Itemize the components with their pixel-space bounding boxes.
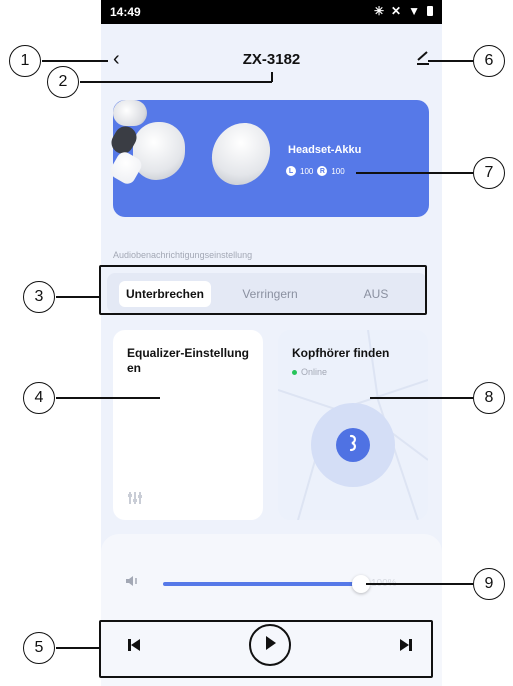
callout-5: 5: [23, 632, 55, 664]
callout-2: 2: [47, 66, 79, 98]
callout-3: 3: [23, 281, 55, 313]
callout-7: 7: [473, 157, 505, 189]
callout-leader-lines: [42, 60, 473, 649]
callout-9: 9: [473, 568, 505, 600]
callout-8: 8: [473, 382, 505, 414]
callout-4: 4: [23, 382, 55, 414]
callout-1: 1: [9, 45, 41, 77]
callout-6: 6: [473, 45, 505, 77]
annotated-screenshot: 14:49 ✳ ✕ ▼ ‹ ZX-3182 Headset-Akku L 100…: [0, 0, 513, 686]
